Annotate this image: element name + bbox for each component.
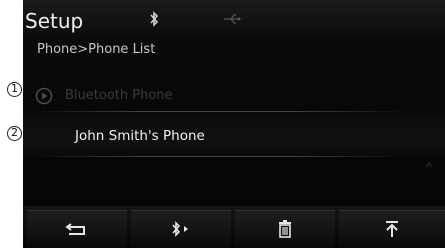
head-unit-display: Setup Phone>Phone List Bluetooth Phone J… xyxy=(23,0,445,248)
move-to-top-button[interactable] xyxy=(339,210,445,247)
breadcrumb: Phone>Phone List xyxy=(37,42,156,57)
list-item-label: Bluetooth Phone xyxy=(65,88,173,103)
scroll-up-icon[interactable] xyxy=(425,161,433,169)
bottom-toolbar xyxy=(23,206,445,248)
screen: 1 2 Setup Phone>Phone List Bluetooth Pho… xyxy=(0,0,445,248)
callout-2: 2 xyxy=(7,126,22,141)
bluetooth-connect-button[interactable] xyxy=(131,210,231,247)
usb-icon xyxy=(224,14,241,24)
trash-icon xyxy=(279,220,291,238)
list-item-label: John Smith's Phone xyxy=(75,128,205,144)
bluetooth-connect-icon xyxy=(172,221,188,237)
callout-1: 1 xyxy=(7,82,22,97)
list-item-bluetooth-phone[interactable]: Bluetooth Phone xyxy=(23,72,445,114)
back-icon xyxy=(65,223,85,235)
play-circle-icon xyxy=(35,87,53,105)
back-button[interactable] xyxy=(27,210,127,247)
top-bar: Setup xyxy=(23,0,445,38)
move-to-top-icon xyxy=(386,221,398,237)
delete-button[interactable] xyxy=(235,210,335,247)
page-title: Setup xyxy=(25,9,84,33)
bluetooth-icon xyxy=(150,11,159,27)
list-item-john-smiths-phone[interactable]: John Smith's Phone xyxy=(23,114,445,156)
divider xyxy=(29,111,409,112)
divider xyxy=(29,156,409,157)
phone-list: Bluetooth Phone John Smith's Phone xyxy=(23,66,445,235)
